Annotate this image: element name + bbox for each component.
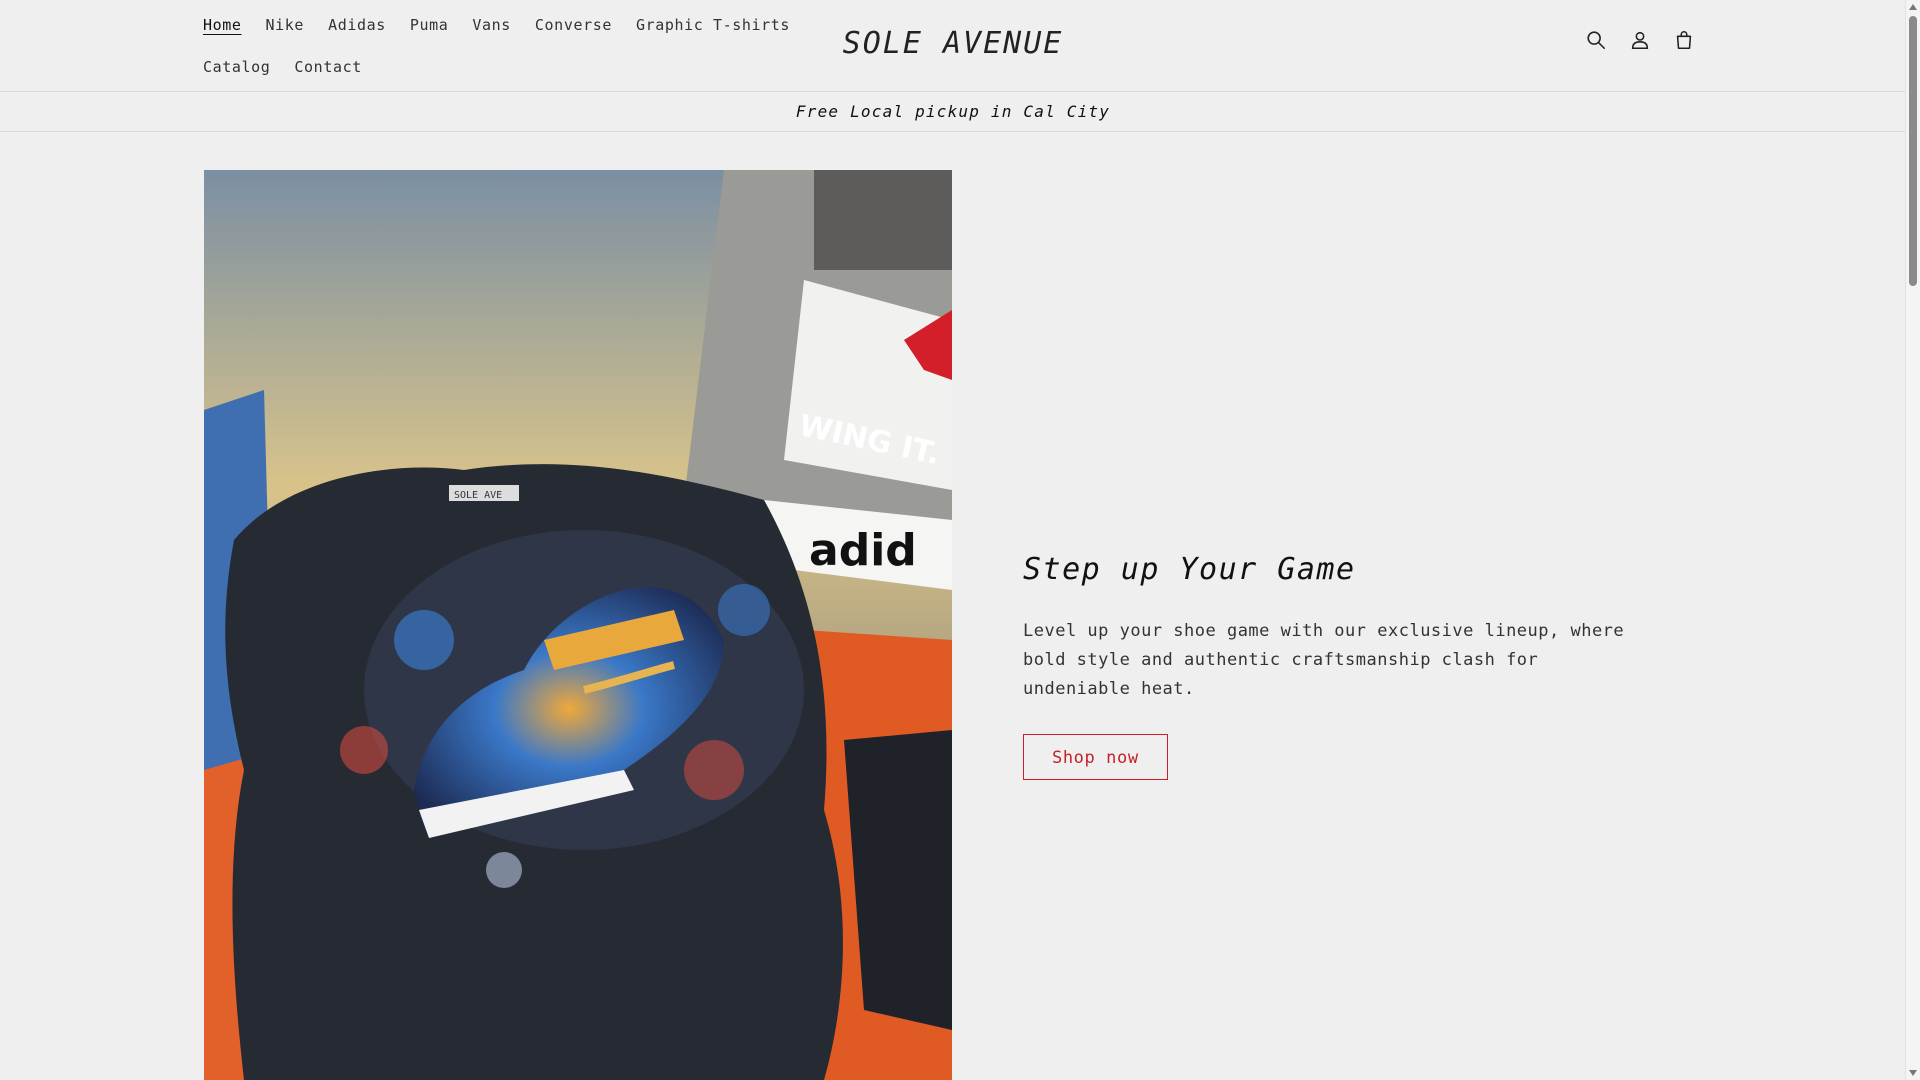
hero-photo: WING IT. adid SOLE AVE [204,170,952,1080]
hero-description: Level up your shoe game with our exclusi… [1023,621,1625,699]
hero-title: Step up Your Game [1023,552,1356,587]
hero-image: WING IT. adid SOLE AVE [204,170,952,1080]
site-header: Home Nike Adidas Puma Vans Converse Grap… [0,0,1906,92]
hero-content: Step up Your Game Level up your shoe gam… [1023,552,1643,780]
announcement-bar: Free Local pickup in Cal City [0,92,1906,132]
scroll-up-arrow-icon[interactable] [1909,4,1917,10]
account-icon[interactable] [1628,28,1652,52]
shirt-tag: SOLE AVE [454,490,502,501]
scrollbar-thumb[interactable] [1909,16,1917,286]
shop-now-button[interactable]: Shop now [1023,734,1168,780]
box-brand: adid [809,525,917,576]
search-icon[interactable] [1584,28,1608,52]
cart-icon[interactable] [1672,28,1696,52]
page: Home Nike Adidas Puma Vans Converse Grap… [0,0,1920,1080]
scrollbar[interactable] [1905,0,1920,1080]
header-icons [1584,28,1696,52]
scroll-down-arrow-icon[interactable] [1909,1070,1917,1076]
